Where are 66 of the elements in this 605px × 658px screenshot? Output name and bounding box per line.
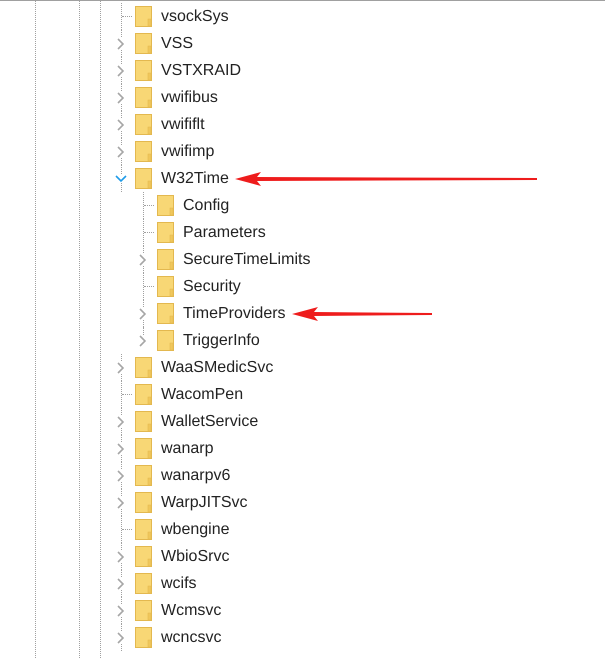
- folder-icon: [135, 492, 152, 513]
- tree-item[interactable]: Parameters: [183, 224, 266, 242]
- chevron-right-icon[interactable]: [117, 64, 125, 76]
- folder-icon: [135, 168, 152, 189]
- tree-item[interactable]: wanarpv6: [161, 466, 230, 484]
- chevron-right-icon[interactable]: [117, 442, 125, 454]
- chevron-right-icon[interactable]: [117, 496, 125, 508]
- folder-icon: [157, 195, 174, 216]
- tree-item[interactable]: vwifimp: [161, 142, 214, 160]
- tree-item[interactable]: vwififlt: [161, 116, 205, 134]
- chevron-right-icon[interactable]: [117, 416, 125, 428]
- tree-item[interactable]: TriggerInfo: [183, 332, 260, 350]
- folder-icon: [157, 330, 174, 351]
- chevron-right-icon[interactable]: [139, 334, 147, 346]
- folder-icon: [135, 384, 152, 405]
- folder-icon: [135, 627, 152, 648]
- tree-item[interactable]: WalletService: [161, 412, 258, 430]
- chevron-right-icon[interactable]: [117, 470, 125, 482]
- tree-item[interactable]: wcifs: [161, 574, 197, 592]
- tree-item[interactable]: wcncsvc: [161, 628, 222, 646]
- chevron-right-icon[interactable]: [117, 550, 125, 562]
- tree-item[interactable]: W32Time: [161, 170, 229, 188]
- tree-item[interactable]: SecureTimeLimits: [183, 250, 310, 268]
- tree-item[interactable]: WbioSrvc: [161, 548, 230, 566]
- chevron-right-icon[interactable]: [117, 604, 125, 616]
- chevron-right-icon[interactable]: [117, 38, 125, 50]
- folder-icon: [157, 276, 174, 297]
- chevron-right-icon[interactable]: [117, 92, 125, 104]
- tree-item[interactable]: VSS: [161, 34, 194, 52]
- folder-icon: [135, 438, 152, 459]
- chevron-right-icon[interactable]: [139, 254, 147, 266]
- folder-icon: [135, 600, 152, 621]
- tree-item[interactable]: WaaSMedicSvc: [161, 358, 274, 376]
- tree-item[interactable]: wanarp: [161, 440, 214, 458]
- folder-icon: [135, 573, 152, 594]
- chevron-right-icon[interactable]: [117, 578, 125, 590]
- tree-item[interactable]: WacomPen: [161, 386, 244, 404]
- chevron-right-icon[interactable]: [139, 308, 147, 320]
- folder-icon: [135, 519, 152, 540]
- folder-icon: [157, 249, 174, 270]
- tree-item[interactable]: vsockSys: [161, 8, 229, 26]
- chevron-right-icon[interactable]: [117, 632, 125, 644]
- folder-icon: [135, 411, 152, 432]
- tree-item[interactable]: wbengine: [161, 520, 230, 538]
- folder-icon: [135, 465, 152, 486]
- chevron-right-icon[interactable]: [117, 118, 125, 130]
- tree-item[interactable]: TimeProviders: [183, 304, 286, 322]
- chevron-right-icon[interactable]: [117, 362, 125, 374]
- folder-icon: [135, 6, 152, 27]
- folder-icon: [135, 546, 152, 567]
- folder-icon: [135, 33, 152, 54]
- folder-icon: [135, 60, 152, 81]
- folder-icon: [157, 222, 174, 243]
- folder-icon: [135, 357, 152, 378]
- folder-icon: [135, 141, 152, 162]
- tree-item[interactable]: Wcmsvc: [161, 602, 222, 620]
- tree-item[interactable]: Security: [183, 278, 241, 296]
- tree-item[interactable]: VSTXRAID: [161, 62, 242, 80]
- folder-icon: [135, 87, 152, 108]
- chevron-down-icon[interactable]: [115, 174, 127, 182]
- folder-icon: [157, 303, 174, 324]
- tree-item[interactable]: Config: [183, 196, 230, 214]
- chevron-right-icon[interactable]: [117, 146, 125, 158]
- tree-item[interactable]: vwifibus: [161, 88, 218, 106]
- folder-icon: [135, 114, 152, 135]
- tree-item[interactable]: WarpJITSvc: [161, 494, 248, 512]
